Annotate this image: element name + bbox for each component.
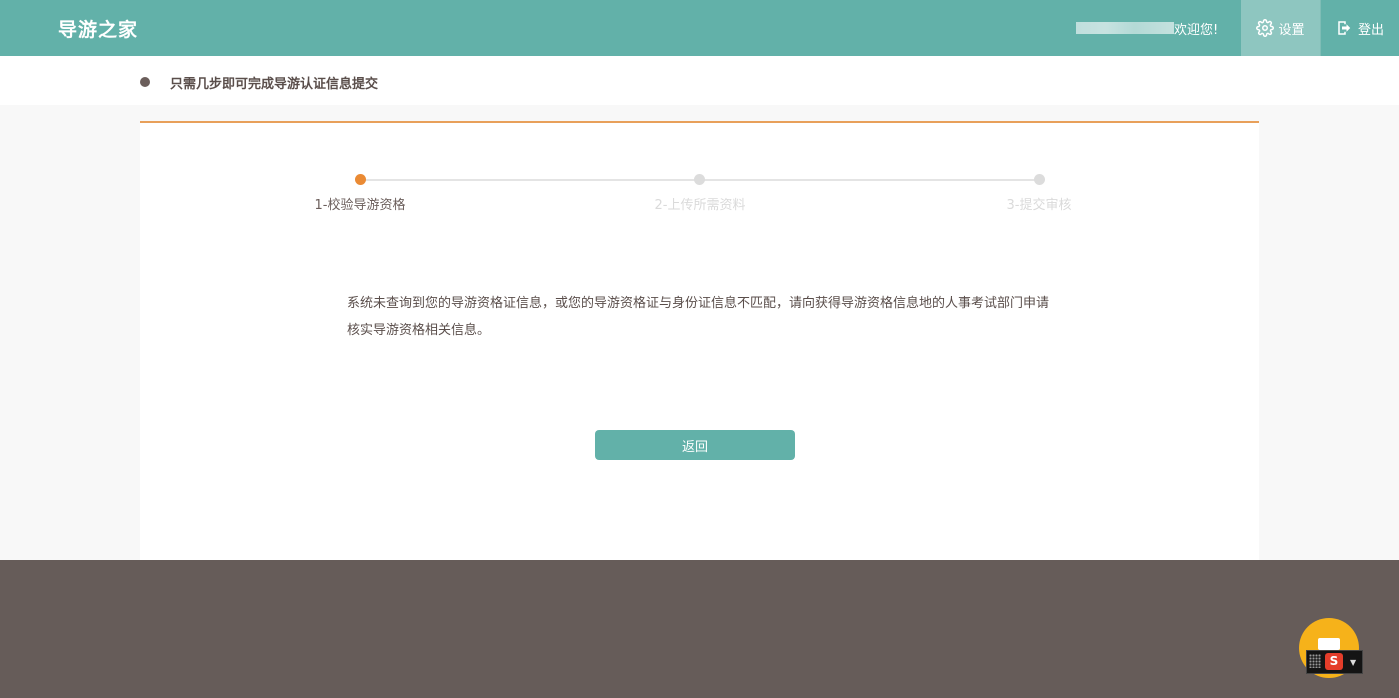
settings-label: 设置: [1278, 22, 1305, 38]
site-logo[interactable]: 导游之家: [58, 15, 138, 42]
notice-text: 只需几步即可完成导游认证信息提交: [170, 77, 379, 92]
username-redacted: [1076, 22, 1174, 34]
settings-button[interactable]: 设置: [1241, 0, 1320, 56]
top-header: 导游之家 欢迎您! 设置 登出: [0, 0, 1399, 56]
verification-message: 系统未查询到您的导游资格证信息，或您的导游资格证与身份证信息不匹配，请向获得导游…: [347, 290, 1067, 344]
step-3-dot: [1034, 174, 1045, 185]
keyboard-icon: [1318, 638, 1340, 650]
message-line-2: 核实导游资格相关信息。: [347, 323, 491, 338]
step-1-dot: [355, 174, 366, 185]
logout-label: 登出: [1357, 22, 1384, 38]
welcome-text: 欢迎您!: [1174, 23, 1219, 38]
logout-icon: [1336, 19, 1354, 37]
step-2-label: 2-上传所需资料: [654, 198, 746, 213]
step-3-label: 3-提交审核: [1006, 198, 1072, 213]
gear-icon: [1256, 19, 1275, 37]
back-button[interactable]: 返回: [595, 430, 795, 460]
logout-button[interactable]: 登出: [1321, 0, 1399, 56]
page-footer: [0, 560, 1399, 698]
ime-logo-icon: S: [1325, 653, 1343, 670]
ime-grid-icon: [1309, 654, 1321, 668]
notice-bullet: [140, 77, 150, 87]
step-1-label: 1-校验导游资格: [314, 198, 406, 213]
message-line-1: 系统未查询到您的导游资格证信息，或您的导游资格证与身份证信息不匹配，请向获得导游…: [347, 296, 1050, 311]
notice-bar: 只需几步即可完成导游认证信息提交: [0, 56, 1399, 105]
chevron-down-icon[interactable]: ▼: [1350, 658, 1356, 667]
step-2-dot: [694, 174, 705, 185]
